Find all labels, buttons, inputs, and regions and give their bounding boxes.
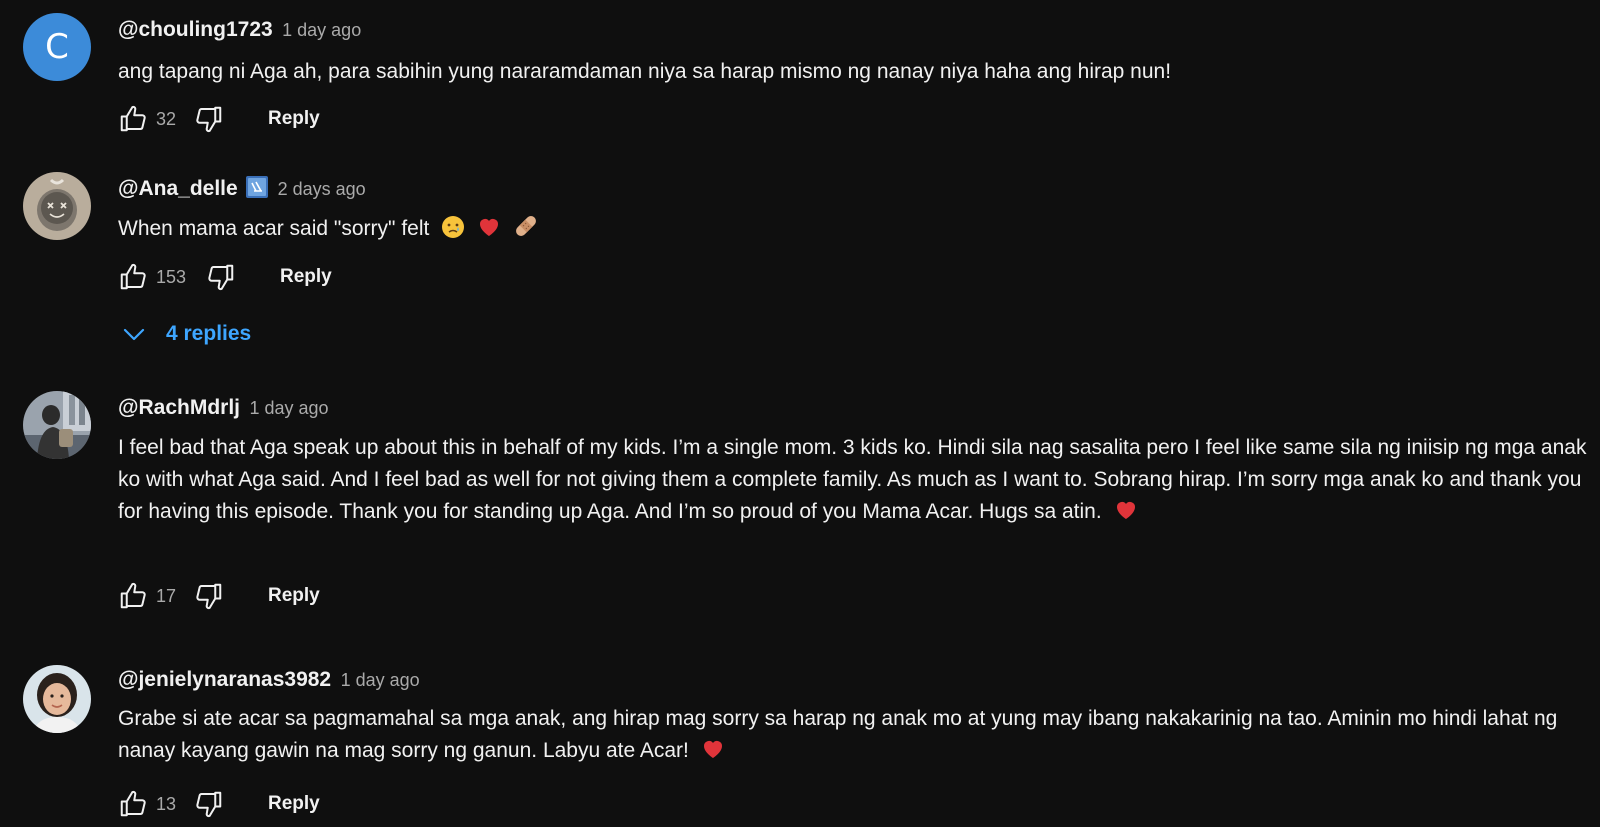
comment-header: @chouling1723 1 day ago xyxy=(118,18,361,42)
thumbs-up-icon xyxy=(120,582,146,609)
red-heart-icon xyxy=(703,741,722,758)
comment-author[interactable]: @RachMdrlj xyxy=(118,396,240,419)
like-button[interactable] xyxy=(116,102,150,136)
chevron-down-icon xyxy=(123,328,145,341)
dislike-button[interactable] xyxy=(204,260,238,294)
comment-header: @RachMdrlj 1 day ago xyxy=(118,396,329,420)
reply-button[interactable]: Reply xyxy=(280,266,332,288)
comment-author[interactable]: @jenielynaranas3982 xyxy=(118,668,331,691)
comment-author[interactable]: @Ana_delle xyxy=(118,177,238,200)
comment-actions: 13 Reply xyxy=(116,786,320,822)
comment-text-content: Grabe si ate acar sa pagmamahal sa mga a… xyxy=(118,707,1558,762)
comment-actions: 17 Reply xyxy=(116,578,320,614)
comment-text: ang tapang ni Aga ah, para sabihin yung … xyxy=(118,56,1588,88)
comment-timestamp[interactable]: 1 day ago xyxy=(249,398,328,418)
member-badge-icon xyxy=(246,176,269,198)
avatar[interactable] xyxy=(23,172,91,240)
like-button[interactable] xyxy=(116,579,150,613)
red-heart-icon xyxy=(480,219,499,236)
comment-actions: 32 Reply xyxy=(116,101,320,137)
comment-timestamp[interactable]: 1 day ago xyxy=(282,20,361,40)
replies-count-label: 4 replies xyxy=(166,322,252,345)
view-replies-button[interactable]: 4 replies xyxy=(120,322,251,346)
comment-text: When mama acar said "sorry" felt xyxy=(118,213,1588,245)
comment-timestamp[interactable]: 1 day ago xyxy=(341,670,420,690)
avatar[interactable]: C xyxy=(23,13,91,81)
reply-button[interactable]: Reply xyxy=(268,108,320,130)
reply-button[interactable]: Reply xyxy=(268,585,320,607)
comment-text: I feel bad that Aga speak up about this … xyxy=(118,432,1588,528)
like-button[interactable] xyxy=(116,787,150,821)
like-count: 153 xyxy=(156,266,187,287)
avatar[interactable] xyxy=(23,391,91,459)
comment-text-content: ang tapang ni Aga ah, para sabihin yung … xyxy=(118,60,1172,83)
like-count: 32 xyxy=(156,108,177,129)
comment-text: Grabe si ate acar sa pagmamahal sa mga a… xyxy=(118,703,1588,767)
thumbs-up-icon xyxy=(120,263,146,290)
avatar[interactable] xyxy=(23,665,91,733)
comment-author[interactable]: @chouling1723 xyxy=(118,18,273,41)
like-count: 17 xyxy=(156,585,177,606)
like-button[interactable] xyxy=(116,260,150,294)
bandage-icon xyxy=(515,216,536,236)
dislike-button[interactable] xyxy=(192,579,226,613)
thumbs-up-icon xyxy=(120,790,146,817)
thumbs-down-icon xyxy=(196,583,222,610)
comment-text-content: When mama acar said "sorry" felt xyxy=(118,217,430,240)
thumbs-up-icon xyxy=(120,105,146,132)
comment-header: @jenielynaranas3982 1 day ago xyxy=(118,668,420,692)
reply-button[interactable]: Reply xyxy=(268,793,320,815)
comment-text-content: I feel bad that Aga speak up about this … xyxy=(118,436,1587,523)
crying-face-icon xyxy=(442,216,465,238)
like-count: 13 xyxy=(156,793,177,814)
comment-actions: 153 Reply xyxy=(116,259,332,295)
comment-header: @Ana_delle 2 days ago xyxy=(118,176,366,201)
dislike-button[interactable] xyxy=(192,102,226,136)
thumbs-down-icon xyxy=(196,791,222,818)
dislike-button[interactable] xyxy=(192,787,226,821)
thumbs-down-icon xyxy=(196,106,222,133)
comment-timestamp[interactable]: 2 days ago xyxy=(278,179,366,199)
thumbs-down-icon xyxy=(208,264,234,291)
red-heart-icon xyxy=(1116,502,1135,519)
